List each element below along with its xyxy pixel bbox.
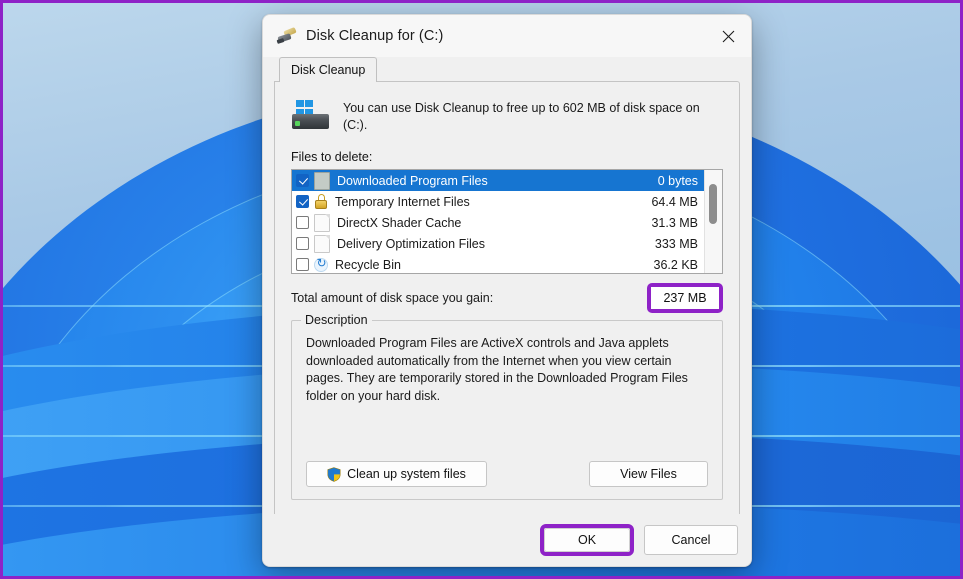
title-bar: Disk Cleanup for (C:) xyxy=(263,15,751,57)
disk-cleanup-brush-icon xyxy=(276,26,297,46)
uac-shield-icon xyxy=(327,466,341,482)
intro-section: You can use Disk Cleanup to free up to 6… xyxy=(291,100,723,134)
checkbox-icon[interactable] xyxy=(296,174,309,187)
list-item-size: 0 bytes xyxy=(657,173,698,188)
list-viewport: Downloaded Program Files 0 bytes Tempora… xyxy=(292,170,705,273)
checkbox-icon[interactable] xyxy=(296,237,309,250)
checkbox-icon[interactable] xyxy=(296,195,309,208)
cancel-button[interactable]: Cancel xyxy=(644,525,738,555)
tab-panel-disk-cleanup: You can use Disk Cleanup to free up to 6… xyxy=(274,81,740,536)
clean-up-system-files-label: Clean up system files xyxy=(347,467,466,481)
list-item-size: 64.4 MB xyxy=(651,194,698,209)
files-to-delete-label: Files to delete: xyxy=(291,150,373,164)
cancel-label: Cancel xyxy=(671,533,711,547)
list-item-label: Delivery Optimization Files xyxy=(337,236,485,251)
list-item-label: Recycle Bin xyxy=(335,257,401,272)
close-icon[interactable] xyxy=(705,15,751,57)
scrollbar-thumb[interactable] xyxy=(709,184,717,224)
disk-cleanup-dialog: Disk Cleanup for (C:) Disk Cleanup You c… xyxy=(262,14,752,567)
recycle-bin-icon xyxy=(314,256,328,273)
tab-disk-cleanup[interactable]: Disk Cleanup xyxy=(279,57,378,82)
view-files-label: View Files xyxy=(620,467,677,481)
list-item-size: 31.3 MB xyxy=(651,215,698,230)
windows-drive-icon xyxy=(291,100,331,134)
file-icon xyxy=(314,213,330,232)
vertical-scrollbar[interactable] xyxy=(704,170,722,273)
group-button-row: Clean up system files View Files xyxy=(306,461,708,487)
list-item[interactable]: DirectX Shader Cache 31.3 MB xyxy=(292,212,705,233)
tab-strip: Disk Cleanup xyxy=(263,57,751,82)
file-icon xyxy=(314,171,330,190)
list-item-label: Temporary Internet Files xyxy=(335,194,470,209)
intro-text: You can use Disk Cleanup to free up to 6… xyxy=(343,101,700,132)
checkbox-icon[interactable] xyxy=(296,216,309,229)
list-item[interactable]: Recycle Bin 36.2 KB xyxy=(292,254,705,273)
file-icon xyxy=(314,234,330,253)
window-title: Disk Cleanup for (C:) xyxy=(306,28,444,44)
dialog-footer: OK Cancel xyxy=(263,514,751,566)
description-title: Description xyxy=(301,313,372,327)
list-item-label: Downloaded Program Files xyxy=(337,173,488,188)
ok-label: OK xyxy=(577,533,597,547)
total-space-value: 237 MB xyxy=(651,287,719,309)
list-item-size: 333 MB xyxy=(654,236,698,251)
total-space-highlight: 237 MB xyxy=(647,283,723,313)
view-files-button[interactable]: View Files xyxy=(589,461,708,487)
description-text: Downloaded Program Files are ActiveX con… xyxy=(306,336,688,403)
tab-label: Disk Cleanup xyxy=(291,63,366,77)
checkbox-icon[interactable] xyxy=(296,258,309,271)
clean-up-system-files-button[interactable]: Clean up system files xyxy=(306,461,487,487)
total-space-label: Total amount of disk space you gain: xyxy=(291,291,494,305)
total-space-row: Total amount of disk space you gain: 237… xyxy=(291,283,723,313)
screen: Disk Cleanup for (C:) Disk Cleanup You c… xyxy=(0,0,963,579)
lock-icon xyxy=(314,193,328,210)
files-to-delete-list[interactable]: Downloaded Program Files 0 bytes Tempora… xyxy=(291,169,723,274)
list-item-label: DirectX Shader Cache xyxy=(337,215,462,230)
ok-button[interactable]: OK xyxy=(544,528,630,552)
list-item[interactable]: Downloaded Program Files 0 bytes xyxy=(292,170,705,191)
list-item[interactable]: Delivery Optimization Files 333 MB xyxy=(292,233,705,254)
ok-button-highlight: OK xyxy=(540,524,634,556)
list-item[interactable]: Temporary Internet Files 64.4 MB xyxy=(292,191,705,212)
list-item-size: 36.2 KB xyxy=(653,257,698,272)
description-group: Description Downloaded Program Files are… xyxy=(291,313,723,500)
